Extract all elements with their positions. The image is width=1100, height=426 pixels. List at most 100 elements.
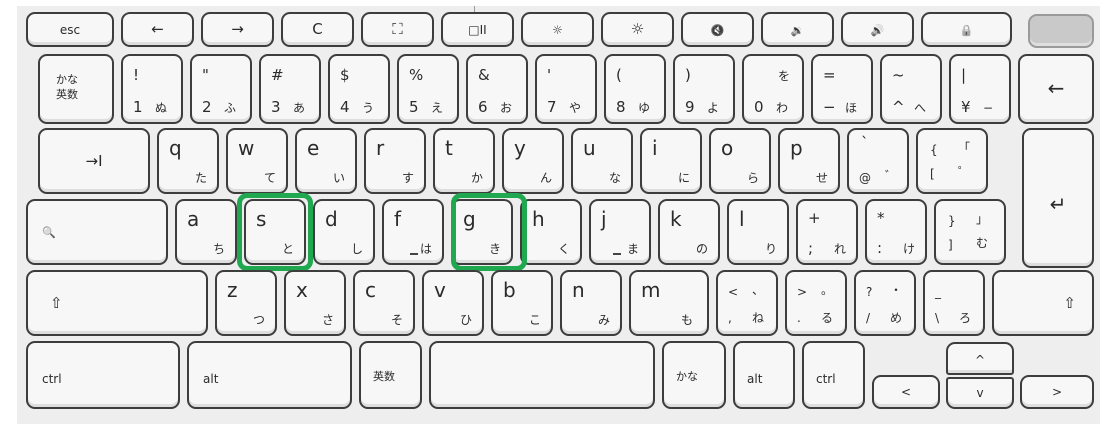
key-3[interactable]: #3 あ [259,54,321,124]
backspace-key[interactable]: ← [1018,54,1094,124]
enter-key[interactable]: ↵ [1022,128,1094,268]
key-b[interactable]: bこ [491,270,553,336]
key-n[interactable]: nみ [560,270,622,336]
right-alt-key[interactable]: alt [733,341,795,409]
key-5[interactable]: % 5 え [397,54,459,124]
tab-icon: →I [85,152,103,170]
key-4[interactable]: $4 う [328,54,390,124]
shift-icon: ⇧ [50,294,63,312]
home-bump [613,253,621,255]
reload-icon: C [312,20,323,38]
power-key[interactable] [1028,14,1094,48]
overview-key[interactable]: □II [441,12,514,47]
forward-key[interactable]: → [201,12,274,47]
brightness-up-icon: ☼ [630,20,645,38]
enter-icon: ↵ [1049,192,1067,216]
key-z[interactable]: zつ [215,270,277,336]
volume-down-icon: 🔉 [790,24,805,37]
search-icon: 🔍 [42,226,56,239]
brightness-up-key[interactable]: ☼ [601,12,674,47]
backspace-icon: ← [1047,76,1065,100]
key-period[interactable]: >。. る [785,270,847,336]
key-6[interactable]: & 6 お [466,54,528,124]
left-shift-key[interactable]: ⇧ [26,270,208,336]
key-h[interactable]: hく [520,199,582,265]
key-9[interactable]: ) 9 よ [673,54,735,124]
kana-key[interactable]: かな [662,341,726,409]
fullscreen-key[interactable]: ⛶ [361,12,434,47]
arrow-right-key[interactable]: > [1020,375,1094,409]
key-v[interactable]: vひ [422,270,484,336]
kana-eisu-toggle-key[interactable]: かな 英数 [38,54,114,124]
reload-key[interactable]: C [281,12,354,47]
arrow-left-icon: < [900,385,912,399]
tab-key[interactable]: →I [38,128,150,194]
arrow-down-key[interactable]: v [946,377,1014,409]
key-left-bracket[interactable]: {「[゜ [916,128,988,194]
key-o[interactable]: oら [709,128,771,194]
fullscreen-icon: ⛶ [392,20,403,38]
chromebook-keyboard: esc ← → C ⛶ □II ☼ ☼ 🔇 🔉 🔊 🔒 かな 英数 ! 1 ぬ " 2… [17,6,1100,424]
key-d[interactable]: dし [313,199,375,265]
spacebar[interactable] [429,341,655,409]
key-l[interactable]: lり [727,199,789,265]
back-key[interactable]: ← [121,12,194,47]
brightness-down-icon: ☼ [552,23,563,37]
left-ctrl-key[interactable]: ctrl [26,341,180,409]
key-0[interactable]: を0わ [742,54,804,124]
eisu-key[interactable]: 英数 [359,341,422,409]
mute-key[interactable]: 🔇 [681,12,754,47]
lock-key[interactable]: 🔒 [921,12,1012,47]
arrow-right-icon: > [1051,385,1063,399]
arrow-down-icon: v [976,386,984,400]
key-1[interactable]: ! 1 ぬ [121,54,183,124]
esc-key[interactable]: esc [26,12,114,47]
arrow-left-key[interactable]: < [872,375,940,409]
mute-icon: 🔇 [710,24,725,37]
volume-down-key[interactable]: 🔉 [761,12,834,47]
back-arrow-icon: ← [151,20,164,38]
key-r[interactable]: rす [364,128,426,194]
overview-icon: □II [468,23,487,37]
key-k[interactable]: kの [658,199,720,265]
right-shift-key[interactable]: ⇧ [992,270,1094,336]
volume-up-key[interactable]: 🔊 [841,12,914,47]
key-semicolon[interactable]: +; れ [796,199,858,265]
key-right-bracket[interactable]: }」] む [934,199,1006,265]
key-yen[interactable]: | ¥ − [949,54,1011,124]
volume-up-icon: 🔊 [870,24,885,37]
key-at[interactable]: ` @ ゛ [847,128,909,194]
key-j[interactable]: jま [589,199,651,265]
key-slash[interactable]: ? ・ / め [854,270,916,336]
brightness-down-key[interactable]: ☼ [521,12,594,47]
key-2[interactable]: " 2 ふ [190,54,252,124]
key-colon[interactable]: *: け [865,199,927,265]
key-comma[interactable]: <、, ね [716,270,778,336]
key-8[interactable]: (8 ゆ [604,54,666,124]
lock-icon: 🔒 [959,24,974,37]
key-p[interactable]: pせ [778,128,840,194]
key-7[interactable]: ' 7 や [535,54,597,124]
key-backslash[interactable]: _ \ ろ [923,270,985,336]
search-key[interactable]: 🔍 [26,199,168,265]
key-caret[interactable]: ~ ^ へ [880,54,942,124]
key-c[interactable]: cそ [353,270,415,336]
key-f[interactable]: fは [382,199,444,265]
key-x[interactable]: xさ [284,270,346,336]
key-minus[interactable]: = − ほ [811,54,873,124]
shift-icon: ⇧ [1063,294,1076,312]
key-e[interactable]: eい [295,128,357,194]
key-i[interactable]: iに [640,128,702,194]
arrow-up-key[interactable]: ^ [946,342,1014,375]
key-t[interactable]: tか [433,128,495,194]
forward-arrow-icon: → [231,20,244,38]
left-alt-key[interactable]: alt [187,341,352,409]
key-m[interactable]: mも [629,270,709,336]
key-a[interactable]: aち [175,199,237,265]
right-ctrl-key[interactable]: ctrl [802,341,865,409]
key-w[interactable]: wて [226,128,288,194]
highlight-g-key [451,193,527,271]
key-q[interactable]: qた [157,128,219,194]
key-y[interactable]: yん [502,128,564,194]
key-u[interactable]: uな [571,128,633,194]
